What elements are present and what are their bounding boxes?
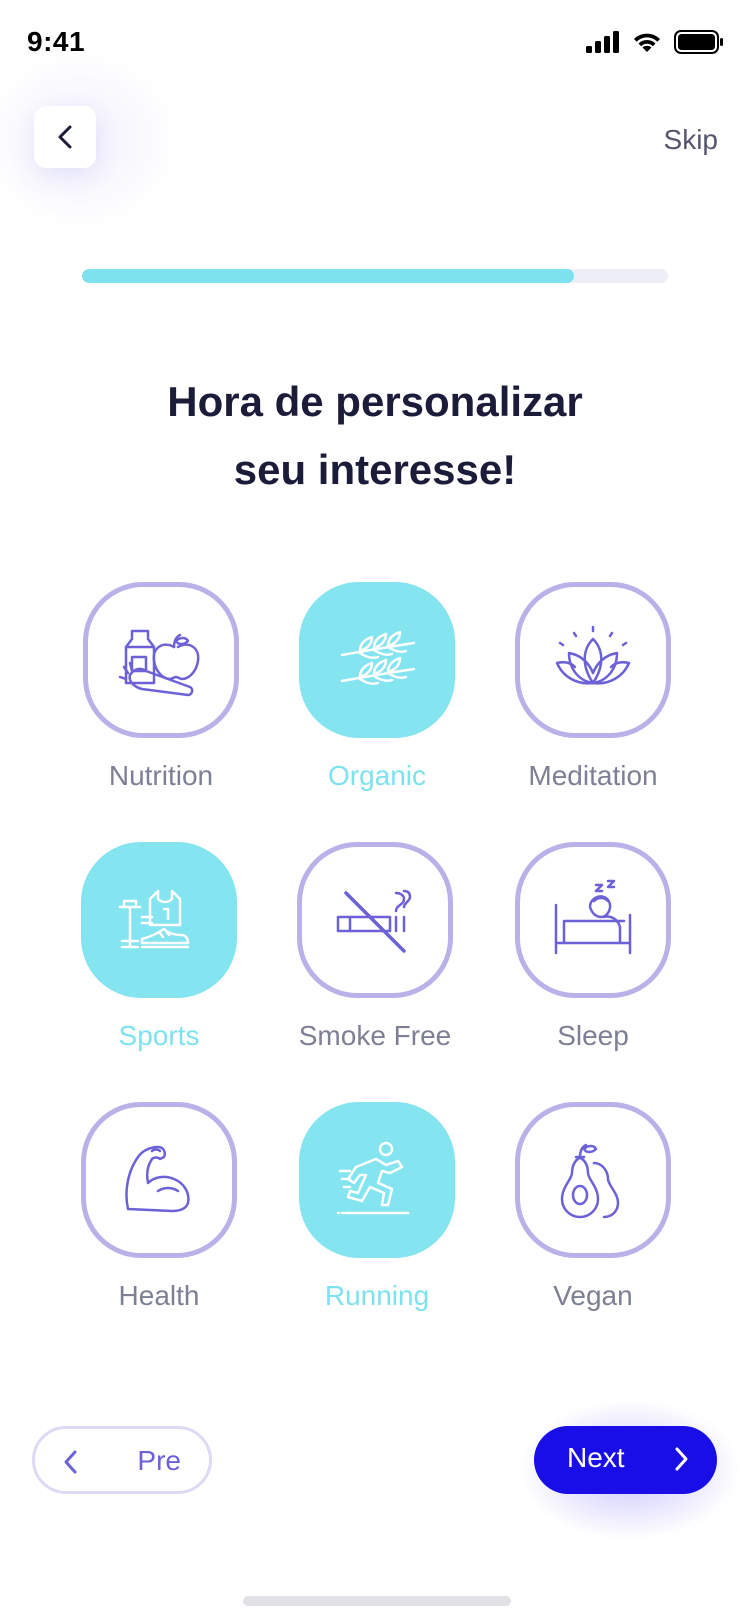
interest-tile-circle (515, 842, 671, 998)
chevron-left-icon (58, 125, 72, 149)
interest-label: Sports (118, 1020, 200, 1051)
progress-bar (82, 269, 668, 283)
page-title-line-1: Hora de personalizar (167, 378, 583, 425)
next-button[interactable]: Next (534, 1426, 717, 1494)
interest-tile-circle (297, 842, 453, 998)
pre-button[interactable]: Pre (32, 1426, 212, 1494)
chevron-right-icon (675, 1447, 688, 1471)
interest-label: Nutrition (108, 760, 214, 791)
wheat-icon (340, 630, 416, 686)
interest-tile-organic[interactable]: Organic (292, 582, 462, 792)
sports-gear-icon (118, 889, 190, 949)
back-button[interactable] (34, 106, 96, 168)
lotus-icon (555, 625, 631, 685)
runner-icon (336, 1141, 410, 1215)
interest-tile-smoke-free[interactable]: Smoke Free (290, 842, 460, 1052)
interest-label: Organic (327, 760, 427, 791)
chevron-left-icon (64, 1450, 77, 1474)
interest-tile-vegan[interactable]: Vegan (508, 1102, 678, 1312)
interest-tile-circle (515, 1102, 671, 1258)
interest-tile-circle (515, 582, 671, 738)
interest-tile-nutrition[interactable]: Nutrition (76, 582, 246, 792)
avocado-icon (560, 1143, 620, 1219)
signal-icon (586, 31, 619, 53)
interest-tile-circle (81, 1102, 237, 1258)
no-smoking-icon (336, 889, 412, 953)
interest-tile-running[interactable]: Running (292, 1102, 462, 1312)
next-button-label: Next (567, 1442, 625, 1473)
page-title: Hora de personalizar seu interesse! (0, 368, 750, 504)
interest-tile-circle (81, 842, 237, 998)
flexed-arm-icon (125, 1145, 190, 1213)
nutrition-icon (118, 629, 200, 697)
interest-label: Smoke Free (298, 1020, 452, 1051)
interest-label: Vegan (553, 1280, 633, 1311)
interest-tile-circle (299, 582, 455, 738)
pre-button-label: Pre (137, 1445, 181, 1476)
home-indicator (243, 1596, 511, 1606)
interest-tile-sleep[interactable]: Sleep (508, 842, 678, 1052)
interest-tile-sports[interactable]: Sports (74, 842, 244, 1052)
page-title-line-2: seu interesse! (233, 446, 517, 493)
interest-tile-circle (83, 582, 239, 738)
wifi-icon (634, 33, 660, 52)
interest-label: Health (118, 1280, 200, 1311)
progress-fill (82, 269, 575, 283)
interest-label: Running (324, 1280, 430, 1311)
interest-label: Meditation (528, 760, 658, 791)
interest-tile-health[interactable]: Health (74, 1102, 244, 1312)
sleep-icon (554, 879, 632, 955)
status-icons (586, 30, 724, 54)
battery-icon (674, 30, 723, 54)
interest-tile-circle (299, 1102, 455, 1258)
interest-tile-meditation[interactable]: Meditation (508, 582, 678, 792)
interest-label: Sleep (557, 1020, 629, 1051)
skip-link[interactable]: Skip (664, 124, 718, 156)
